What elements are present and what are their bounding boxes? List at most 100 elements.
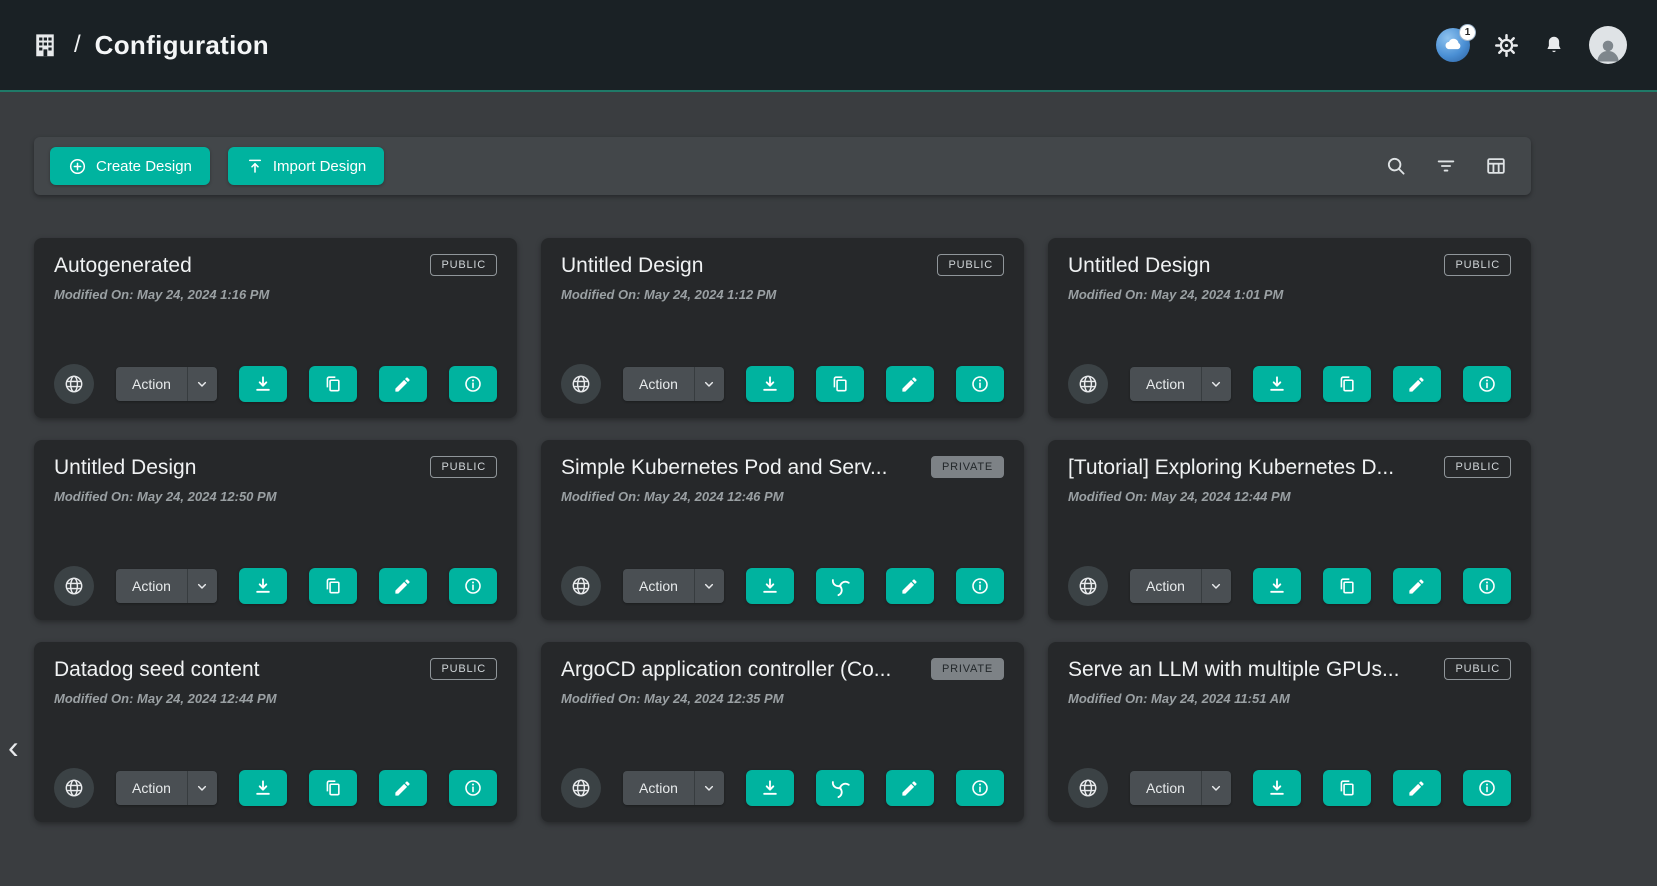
- edit-button[interactable]: [379, 568, 427, 604]
- info-button[interactable]: [956, 568, 1004, 604]
- info-button[interactable]: [449, 568, 497, 604]
- clone-button[interactable]: [1323, 366, 1371, 402]
- clone-button[interactable]: [1323, 770, 1371, 806]
- edit-button[interactable]: [1393, 366, 1441, 402]
- kanvas-button[interactable]: [816, 770, 864, 806]
- info-button[interactable]: [1463, 568, 1511, 604]
- action-button[interactable]: Action: [623, 771, 694, 805]
- table-view-button[interactable]: [1485, 155, 1507, 177]
- action-dropdown-button[interactable]: [694, 771, 724, 805]
- action-button[interactable]: Action: [623, 569, 694, 603]
- clone-button[interactable]: [309, 366, 357, 402]
- visibility-globe-button[interactable]: [54, 768, 94, 808]
- action-button[interactable]: Action: [1130, 569, 1201, 603]
- download-icon: [1267, 374, 1287, 394]
- breadcrumb-separator: /: [74, 31, 81, 59]
- info-icon: [970, 374, 990, 394]
- visibility-globe-button[interactable]: [561, 364, 601, 404]
- action-button[interactable]: Action: [1130, 367, 1201, 401]
- design-card: Untitled Design PUBLIC Modified On: May …: [541, 238, 1024, 418]
- import-design-button[interactable]: Import Design: [228, 147, 384, 185]
- info-button[interactable]: [449, 366, 497, 402]
- chevron-down-icon: [1208, 578, 1224, 594]
- download-button[interactable]: [239, 568, 287, 604]
- info-button[interactable]: [1463, 366, 1511, 402]
- clone-button[interactable]: [309, 568, 357, 604]
- header-actions: 1: [1436, 26, 1627, 64]
- design-title: Untitled Design: [561, 254, 703, 278]
- cloud-account-button[interactable]: 1: [1436, 28, 1470, 62]
- sidebar-collapse-button[interactable]: ‹: [2, 730, 25, 764]
- download-button[interactable]: [1253, 770, 1301, 806]
- action-dropdown-button[interactable]: [1201, 771, 1231, 805]
- edit-button[interactable]: [379, 770, 427, 806]
- chevron-down-icon: [194, 780, 210, 796]
- action-dropdown-button[interactable]: [187, 367, 217, 401]
- action-dropdown-button[interactable]: [694, 569, 724, 603]
- info-button[interactable]: [1463, 770, 1511, 806]
- kanvas-swirl-icon: [829, 777, 851, 799]
- info-button[interactable]: [956, 770, 1004, 806]
- clone-icon: [1337, 374, 1357, 394]
- globe-icon: [1077, 575, 1099, 597]
- clone-button[interactable]: [1323, 568, 1371, 604]
- download-button[interactable]: [239, 770, 287, 806]
- visibility-globe-button[interactable]: [561, 768, 601, 808]
- design-title: ArgoCD application controller (Co...: [561, 658, 891, 682]
- visibility-badge: PUBLIC: [430, 658, 497, 680]
- filter-button[interactable]: [1435, 155, 1457, 177]
- action-button[interactable]: Action: [623, 367, 694, 401]
- modified-timestamp: Modified On: May 24, 2024 12:35 PM: [561, 691, 1004, 706]
- edit-pencil-icon: [393, 577, 412, 596]
- edit-button[interactable]: [1393, 568, 1441, 604]
- visibility-globe-button[interactable]: [1068, 768, 1108, 808]
- action-dropdown-button[interactable]: [1201, 367, 1231, 401]
- modified-timestamp: Modified On: May 24, 2024 12:44 PM: [54, 691, 497, 706]
- info-button[interactable]: [956, 366, 1004, 402]
- app-header: / Configuration 1: [0, 0, 1657, 92]
- edit-button[interactable]: [1393, 770, 1441, 806]
- settings-gear-button[interactable]: [1494, 33, 1519, 58]
- create-design-button[interactable]: Create Design: [50, 147, 210, 185]
- visibility-globe-button[interactable]: [561, 566, 601, 606]
- action-button[interactable]: Action: [116, 367, 187, 401]
- edit-button[interactable]: [886, 568, 934, 604]
- action-split-button: Action: [116, 771, 217, 805]
- kanvas-button[interactable]: [816, 568, 864, 604]
- action-dropdown-button[interactable]: [187, 771, 217, 805]
- info-icon: [463, 374, 483, 394]
- download-button[interactable]: [746, 366, 794, 402]
- visibility-globe-button[interactable]: [54, 566, 94, 606]
- search-button[interactable]: [1385, 155, 1407, 177]
- download-button[interactable]: [1253, 366, 1301, 402]
- info-icon: [1477, 374, 1497, 394]
- notification-count-badge: 1: [1459, 24, 1476, 41]
- download-button[interactable]: [746, 568, 794, 604]
- action-dropdown-button[interactable]: [1201, 569, 1231, 603]
- edit-button[interactable]: [379, 366, 427, 402]
- import-design-label: Import Design: [273, 158, 366, 175]
- clone-icon: [1337, 576, 1357, 596]
- clone-button[interactable]: [309, 770, 357, 806]
- card-action-row: Action: [561, 566, 1004, 606]
- action-button[interactable]: Action: [1130, 771, 1201, 805]
- visibility-globe-button[interactable]: [1068, 566, 1108, 606]
- bell-button[interactable]: [1543, 34, 1565, 56]
- download-button[interactable]: [239, 366, 287, 402]
- action-button[interactable]: Action: [116, 771, 187, 805]
- info-button[interactable]: [449, 770, 497, 806]
- visibility-globe-button[interactable]: [54, 364, 94, 404]
- visibility-globe-button[interactable]: [1068, 364, 1108, 404]
- card-action-row: Action: [1068, 768, 1511, 808]
- action-dropdown-button[interactable]: [187, 569, 217, 603]
- modified-timestamp: Modified On: May 24, 2024 12:50 PM: [54, 489, 497, 504]
- edit-button[interactable]: [886, 366, 934, 402]
- edit-button[interactable]: [886, 770, 934, 806]
- action-dropdown-button[interactable]: [694, 367, 724, 401]
- download-button[interactable]: [746, 770, 794, 806]
- download-button[interactable]: [1253, 568, 1301, 604]
- action-button[interactable]: Action: [116, 569, 187, 603]
- clone-button[interactable]: [816, 366, 864, 402]
- plus-circle-icon: [68, 157, 87, 176]
- avatar[interactable]: [1589, 26, 1627, 64]
